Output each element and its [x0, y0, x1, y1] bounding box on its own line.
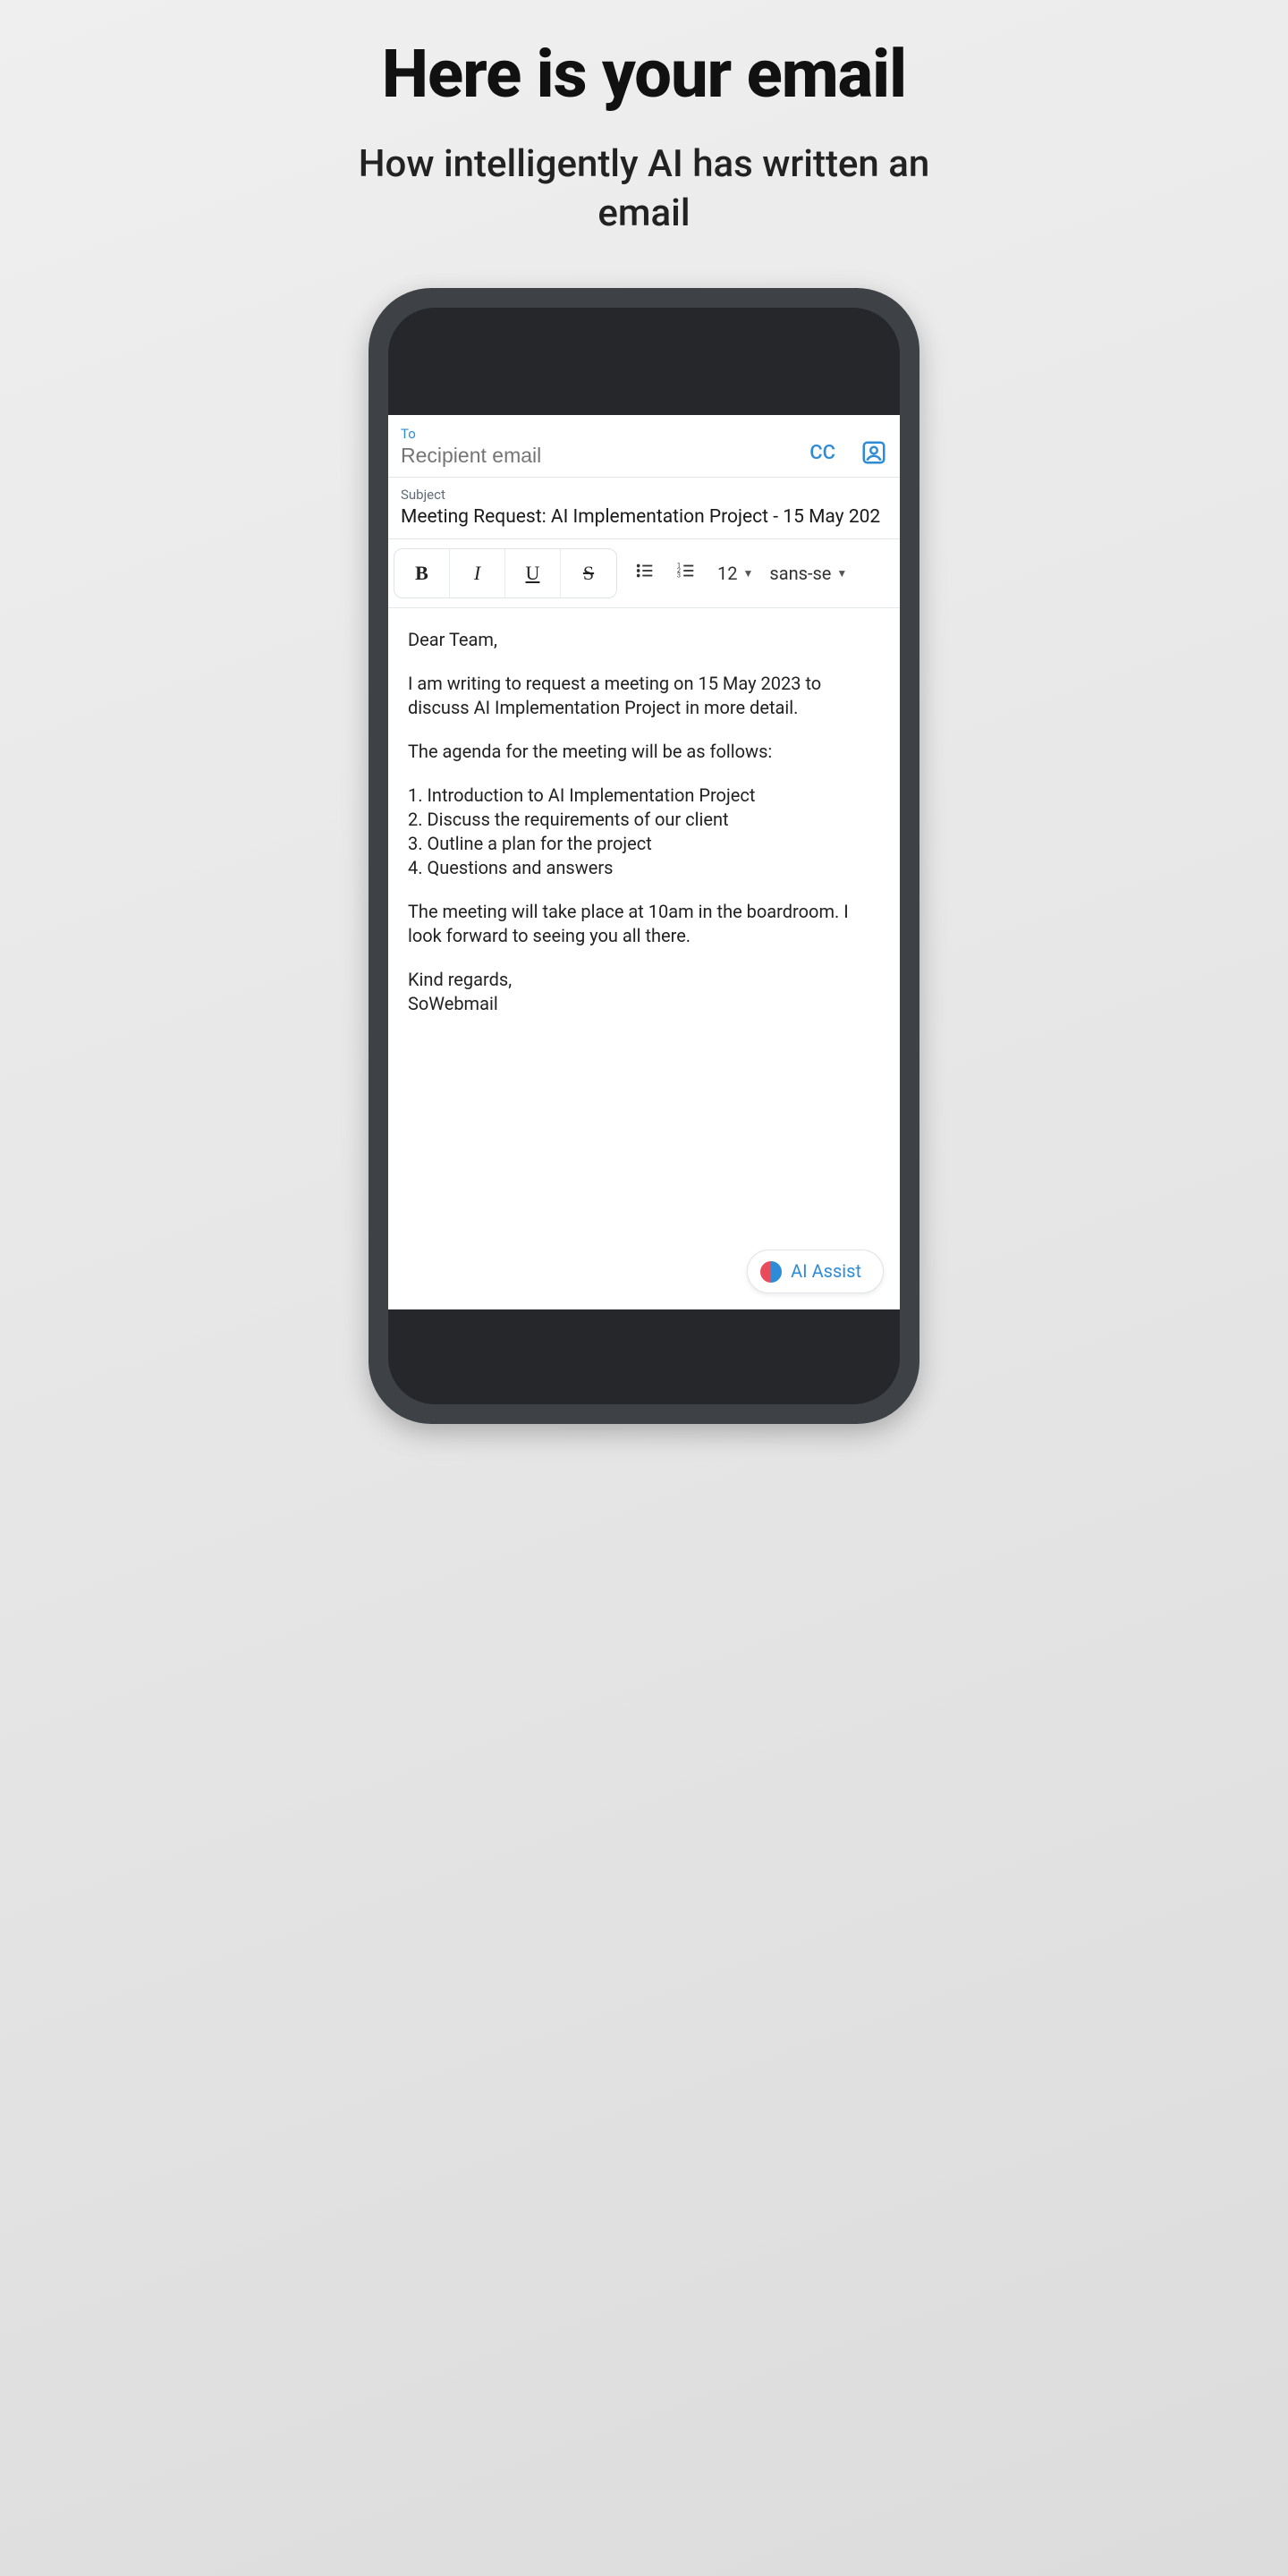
- body-greeting: Dear Team,: [408, 628, 884, 652]
- hero-title: Here is your email: [382, 36, 906, 114]
- strike-button[interactable]: S: [561, 549, 616, 597]
- font-family-select[interactable]: sans-se ▼: [769, 563, 847, 584]
- italic-button[interactable]: I: [450, 549, 505, 597]
- text-style-group: B I U S: [394, 548, 617, 598]
- email-compose-screen: To CC Subject Meeting Request: AI Implem…: [388, 415, 900, 1309]
- numbered-list-button[interactable]: 1 2 3: [676, 561, 696, 586]
- subject-label: Subject: [401, 487, 887, 503]
- font-size-select[interactable]: 12 ▼: [717, 563, 753, 584]
- agenda-item: 1. Introduction to AI Implementation Pro…: [408, 784, 884, 808]
- subject-input[interactable]: Meeting Request: AI Implementation Proje…: [401, 506, 887, 528]
- body-signoff: Kind regards, SoWebmail: [408, 968, 884, 1016]
- body-agenda-list: 1. Introduction to AI Implementation Pro…: [408, 784, 884, 880]
- format-toolbar: B I U S 1 2 3: [388, 539, 900, 608]
- underline-button[interactable]: U: [505, 549, 561, 597]
- font-size-value: 12: [717, 563, 737, 584]
- ai-assist-icon: [760, 1261, 782, 1283]
- contacts-icon[interactable]: [860, 439, 887, 466]
- ai-assist-label: AI Assist: [791, 1259, 861, 1284]
- agenda-item: 2. Discuss the requirements of our clien…: [408, 808, 884, 832]
- chevron-down-icon: ▼: [742, 567, 753, 580]
- chevron-down-icon: ▼: [836, 567, 847, 580]
- bullet-list-button[interactable]: [635, 561, 655, 586]
- agenda-item: 4. Questions and answers: [408, 856, 884, 880]
- agenda-item: 3. Outline a plan for the project: [408, 832, 884, 856]
- body-agenda-intro: The agenda for the meeting will be as fo…: [408, 740, 884, 764]
- svg-text:3: 3: [677, 572, 681, 580]
- font-family-value: sans-se: [769, 563, 831, 584]
- bold-button[interactable]: B: [394, 549, 450, 597]
- body-closing: The meeting will take place at 10am in t…: [408, 900, 884, 948]
- cc-button[interactable]: CC: [809, 442, 835, 464]
- phone-inner: To CC Subject Meeting Request: AI Implem…: [388, 308, 900, 1404]
- ai-assist-button[interactable]: AI Assist: [747, 1250, 884, 1293]
- body-intro: I am writing to request a meeting on 15 …: [408, 672, 884, 720]
- to-label: To: [401, 426, 809, 442]
- to-input[interactable]: [401, 444, 809, 468]
- to-row: To CC: [388, 415, 900, 478]
- phone-frame: To CC Subject Meeting Request: AI Implem…: [369, 288, 919, 1424]
- subject-row: Subject Meeting Request: AI Implementati…: [388, 478, 900, 539]
- hero-subtitle: How intelligently AI has written an emai…: [358, 140, 930, 238]
- email-body[interactable]: Dear Team, I am writing to request a mee…: [388, 608, 900, 1309]
